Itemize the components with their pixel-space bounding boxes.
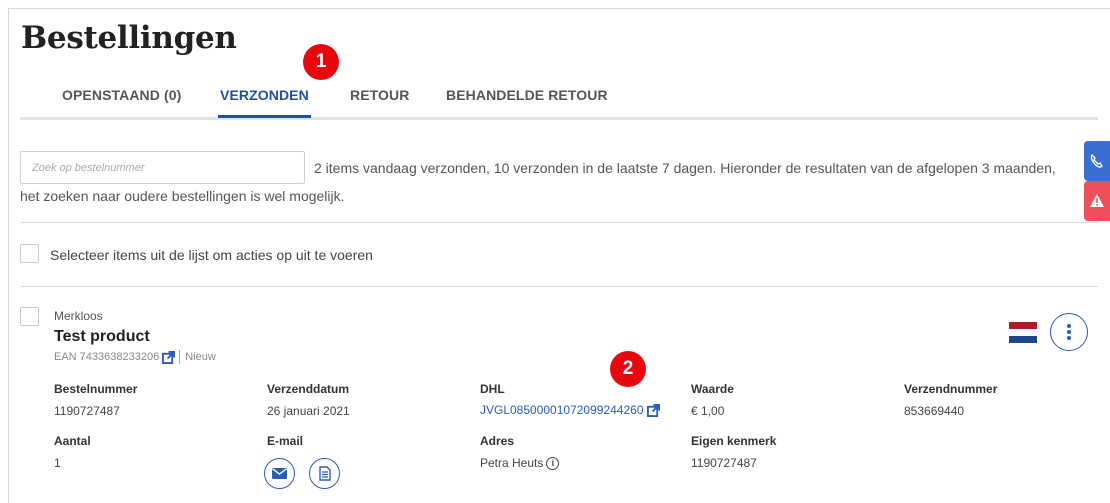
adres-label: Adres [480,434,515,448]
product-title[interactable]: Test product [54,328,150,346]
more-vertical-icon [1067,324,1071,340]
eigen-kenmerk-value: 1190727487 [691,456,757,470]
tabs-baseline [20,117,1098,120]
order-select-checkbox[interactable] [20,307,39,326]
tab-openstaand[interactable]: OPENSTAAND (0) [62,87,181,103]
tracking-number[interactable]: JVGL08500001072099244260 [480,403,644,417]
side-alert-tab[interactable] [1084,181,1110,221]
order-tabs: OPENSTAAND (0) VERZONDEN RETOUR BEHANDEL… [20,80,1098,120]
search-input[interactable] [20,151,305,184]
side-support-tab[interactable] [1084,141,1110,181]
verzendnummer-value: 853669440 [904,404,965,418]
eigen-kenmerk-label: Eigen kenmerk [691,434,777,448]
phone-icon [1090,154,1103,168]
annotation-marker-2: 2 [610,351,646,387]
tab-retour[interactable]: RETOUR [350,87,409,103]
external-link-icon[interactable] [646,403,660,417]
document-icon [318,466,331,481]
product-ean: EAN 7433638233206 [54,351,160,363]
aantal-label: Aantal [54,434,91,448]
waarde-value: € 1,00 [691,404,725,418]
info-icon[interactable]: i [546,456,560,470]
bulk-action-label: Selecteer items uit de lijst om acties o… [50,247,373,263]
results-info-text: 2 items vandaag verzonden, 10 verzonden … [314,160,1056,176]
divider [20,222,1098,223]
aantal-value: 1 [54,456,61,470]
tracking-link[interactable]: JVGL08500001072099244260 [480,403,660,417]
adres-row: Petra Heuts i [480,456,560,470]
flag-stripe-red [1009,322,1037,329]
bestelnummer-value: 1190727487 [54,404,120,418]
separator [179,350,181,364]
tab-verzonden[interactable]: VERZONDEN [218,87,311,118]
waarde-label: Waarde [691,382,734,396]
envelope-icon [272,468,287,479]
select-all-checkbox[interactable] [20,244,39,263]
verzenddatum-label: Verzenddatum [267,382,350,396]
carrier-label: DHL [480,382,505,396]
product-condition: Nieuw [185,351,216,363]
netherlands-flag-icon [1009,322,1037,343]
external-link-icon[interactable] [162,350,176,364]
verzendnummer-label: Verzendnummer [904,382,998,396]
bestelnummer-label: Bestelnummer [54,382,138,396]
warning-icon [1090,194,1104,207]
flag-stripe-blue [1009,336,1037,343]
divider [20,286,1098,287]
results-info-text-continued: het zoeken naar oudere bestellingen is w… [20,188,345,204]
tab-behandelde-retour[interactable]: BEHANDELDE RETOUR [446,87,608,103]
verzenddatum-value: 26 januari 2021 [267,404,350,418]
product-brand: Merkloos [54,309,103,323]
email-history-button[interactable] [309,458,340,489]
annotation-marker-1: 1 [303,44,339,80]
email-label: E-mail [267,434,304,448]
send-email-button[interactable] [264,458,295,489]
page-title: Bestellingen [21,20,237,56]
order-actions-button[interactable] [1050,313,1088,351]
adres-value: Petra Heuts [480,456,544,470]
product-ean-row: EAN 7433638233206 Nieuw [54,350,216,364]
flag-stripe-white [1009,329,1037,336]
